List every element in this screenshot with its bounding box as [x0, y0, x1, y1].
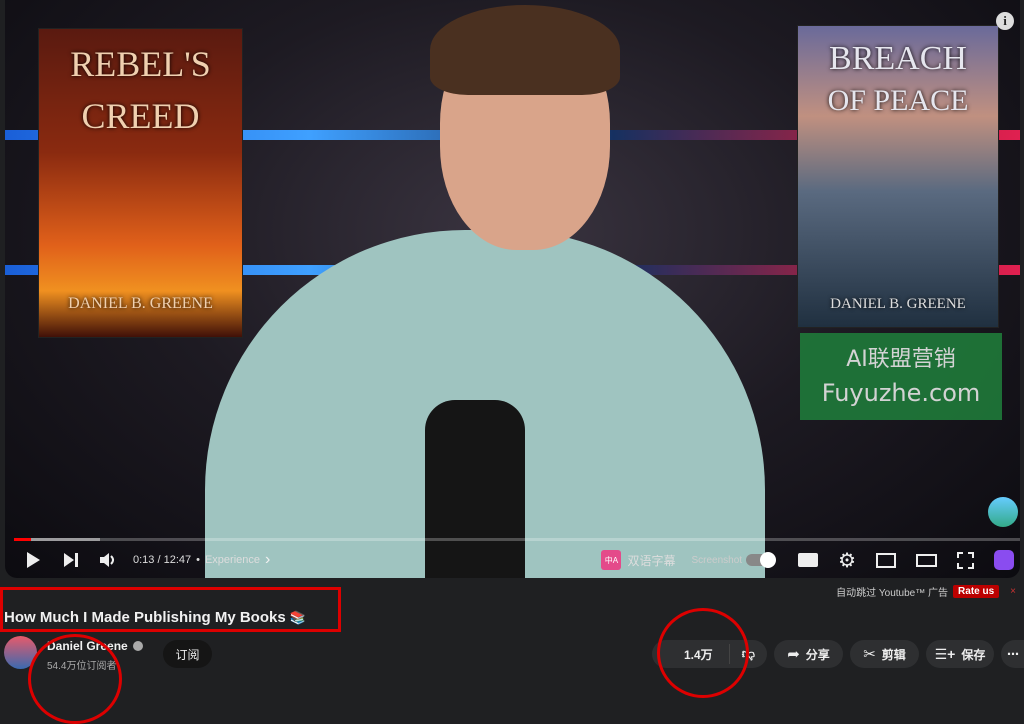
player-controls: 0:13 / 12:47 • Experience › 中A 双语字幕 Scre… [5, 545, 1020, 575]
share-label: 分享 [805, 647, 830, 662]
separator: • [196, 554, 200, 566]
cover-author: DANIEL B. GREENE [830, 296, 966, 312]
video-player[interactable]: REBEL'S CREED DANIEL B. GREENE BREACH OF… [5, 0, 1020, 578]
volume-icon[interactable] [99, 553, 119, 567]
more-icon: ⋯ [1007, 647, 1019, 661]
progress-bar[interactable] [14, 538, 1020, 541]
miniplayer-icon[interactable] [876, 552, 896, 568]
cover-title: BREACH [829, 40, 967, 77]
channel-watermark-avatar[interactable] [988, 497, 1018, 527]
close-icon[interactable]: × [1010, 586, 1016, 597]
info-icon[interactable]: i [996, 12, 1014, 30]
cover-title: CREED [81, 96, 200, 136]
subtitles-icon[interactable] [798, 553, 819, 567]
screenshot-label: Screenshot [691, 554, 743, 566]
ad-skip-bar: 自动跳过 Youtube™ 广告 Rate us × [836, 584, 1016, 599]
more-button[interactable]: ⋯ [1001, 640, 1024, 668]
cover-title: OF PEACE [827, 84, 969, 117]
verified-icon [132, 641, 143, 651]
bilingual-subtitle-label[interactable]: 双语字幕 [627, 552, 675, 569]
ad-skip-text: 自动跳过 Youtube™ 广告 [836, 588, 949, 599]
fullscreen-icon[interactable] [957, 551, 974, 569]
subscribe-button[interactable]: 订阅 [163, 640, 212, 668]
presenter-hair [430, 5, 620, 95]
watermark-line: Fuyuzhe.com [821, 379, 981, 407]
annotation-circle [657, 608, 749, 698]
book-cover-breach-of-peace: BREACH OF PEACE DANIEL B. GREENE [797, 25, 999, 328]
share-button[interactable]: ➦ 分享 [774, 640, 843, 668]
video-title: How Much I Made Publishing My Books 📚 [4, 609, 306, 626]
settings-gear-icon[interactable]: ⚙ [838, 548, 856, 573]
video-title-text: How Much I Made Publishing My Books [4, 609, 286, 626]
bilingual-subtitle-icon[interactable]: 中A [601, 550, 622, 570]
watermark-line: AI联盟营销 [846, 347, 956, 372]
time-display: 0:13 / 12:47 [133, 554, 192, 566]
books-icon: 📚 [289, 610, 307, 625]
clip-button[interactable]: ✂ 剪辑 [850, 640, 919, 668]
cover-author: DANIEL B. GREENE [68, 295, 213, 312]
cover-title: REBEL'S [70, 44, 211, 84]
save-label: 保存 [961, 647, 986, 662]
watermark: AI联盟营销 Fuyuzhe.com [800, 333, 1002, 420]
next-icon[interactable] [61, 553, 81, 567]
played-bar [14, 538, 32, 541]
subscribe-label: 订阅 [175, 647, 200, 662]
add-to-playlist-icon: ☰+ [934, 645, 956, 662]
rate-us-button[interactable]: Rate us [953, 585, 1000, 598]
chapter-button[interactable]: Experience [205, 554, 260, 566]
play-icon[interactable] [23, 552, 43, 568]
chevron-right-icon[interactable]: › [265, 551, 270, 569]
share-icon: ➦ [787, 646, 800, 663]
book-cover-rebels-creed: REBEL'S CREED DANIEL B. GREENE [38, 28, 243, 338]
annotation-circle [28, 634, 122, 724]
save-button[interactable]: ☰+ 保存 [926, 640, 994, 668]
screenshot-toggle[interactable] [746, 552, 777, 568]
clip-label: 剪辑 [881, 647, 906, 662]
theater-mode-icon[interactable] [916, 553, 937, 567]
extension-icon[interactable] [994, 550, 1014, 570]
scissors-icon: ✂ [863, 646, 876, 663]
